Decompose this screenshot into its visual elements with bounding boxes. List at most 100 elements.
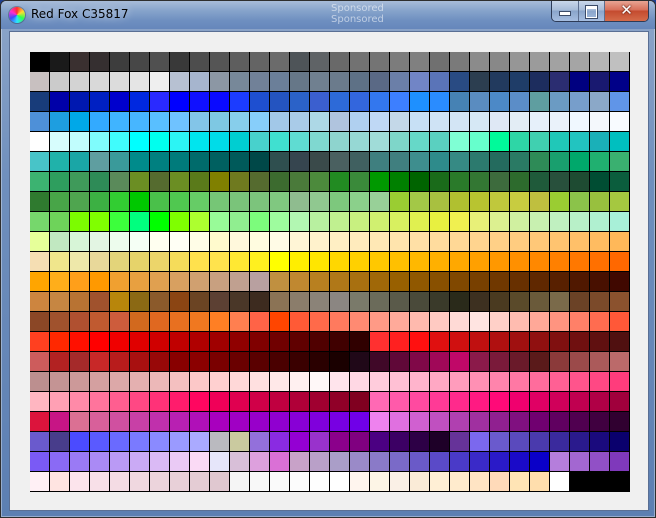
color-swatch[interactable] [70, 212, 90, 232]
color-swatch[interactable] [430, 472, 450, 492]
color-swatch[interactable] [130, 152, 150, 172]
color-swatch[interactable] [410, 232, 430, 252]
color-swatch[interactable] [450, 112, 470, 132]
color-swatch[interactable] [150, 172, 170, 192]
color-swatch[interactable] [410, 352, 430, 372]
color-swatch[interactable] [610, 232, 630, 252]
color-swatch[interactable] [90, 432, 110, 452]
color-swatch[interactable] [210, 152, 230, 172]
color-swatch[interactable] [50, 92, 70, 112]
color-swatch[interactable] [590, 292, 610, 312]
color-swatch[interactable] [570, 392, 590, 412]
color-swatch[interactable] [150, 432, 170, 452]
color-swatch[interactable] [230, 152, 250, 172]
color-swatch[interactable] [250, 332, 270, 352]
color-swatch[interactable] [130, 392, 150, 412]
color-swatch[interactable] [430, 252, 450, 272]
color-swatch[interactable] [130, 372, 150, 392]
color-swatch[interactable] [450, 232, 470, 252]
color-swatch[interactable] [330, 172, 350, 192]
color-swatch[interactable] [510, 432, 530, 452]
color-swatch[interactable] [130, 412, 150, 432]
color-swatch[interactable] [510, 312, 530, 332]
color-swatch[interactable] [350, 332, 370, 352]
color-swatch[interactable] [430, 52, 450, 72]
color-swatch[interactable] [90, 92, 110, 112]
color-swatch[interactable] [150, 412, 170, 432]
color-swatch[interactable] [350, 212, 370, 232]
color-swatch[interactable] [590, 312, 610, 332]
color-swatch[interactable] [570, 472, 590, 492]
color-swatch[interactable] [370, 392, 390, 412]
color-swatch[interactable] [170, 92, 190, 112]
color-swatch[interactable] [130, 192, 150, 212]
color-swatch[interactable] [330, 392, 350, 412]
color-swatch[interactable] [310, 152, 330, 172]
color-swatch[interactable] [150, 132, 170, 152]
color-swatch[interactable] [310, 132, 330, 152]
color-swatch[interactable] [490, 252, 510, 272]
color-swatch[interactable] [170, 452, 190, 472]
color-swatch[interactable] [530, 172, 550, 192]
color-swatch[interactable] [410, 152, 430, 172]
color-swatch[interactable] [510, 372, 530, 392]
color-swatch[interactable] [350, 192, 370, 212]
color-swatch[interactable] [50, 172, 70, 192]
color-swatch[interactable] [70, 152, 90, 172]
color-swatch[interactable] [310, 52, 330, 72]
color-swatch[interactable] [570, 52, 590, 72]
color-swatch[interactable] [30, 392, 50, 412]
color-swatch[interactable] [70, 292, 90, 312]
color-swatch[interactable] [390, 472, 410, 492]
color-swatch[interactable] [550, 192, 570, 212]
color-swatch[interactable] [170, 372, 190, 392]
color-swatch[interactable] [90, 352, 110, 372]
color-swatch[interactable] [390, 332, 410, 352]
color-swatch[interactable] [310, 372, 330, 392]
color-swatch[interactable] [30, 192, 50, 212]
color-swatch[interactable] [190, 72, 210, 92]
color-swatch[interactable] [470, 252, 490, 272]
color-swatch[interactable] [210, 92, 230, 112]
color-swatch[interactable] [130, 252, 150, 272]
color-swatch[interactable] [150, 252, 170, 272]
color-swatch[interactable] [130, 212, 150, 232]
color-swatch[interactable] [390, 232, 410, 252]
color-swatch[interactable] [470, 212, 490, 232]
color-swatch[interactable] [210, 372, 230, 392]
color-swatch[interactable] [190, 412, 210, 432]
color-swatch[interactable] [50, 132, 70, 152]
color-swatch[interactable] [210, 192, 230, 212]
color-swatch[interactable] [290, 212, 310, 232]
color-swatch[interactable] [570, 312, 590, 332]
color-swatch[interactable] [350, 312, 370, 332]
color-swatch[interactable] [590, 372, 610, 392]
color-swatch[interactable] [150, 192, 170, 212]
color-swatch[interactable] [270, 292, 290, 312]
color-swatch[interactable] [530, 412, 550, 432]
color-swatch[interactable] [290, 352, 310, 372]
color-swatch[interactable] [450, 452, 470, 472]
color-swatch[interactable] [410, 432, 430, 452]
color-swatch[interactable] [130, 52, 150, 72]
color-swatch[interactable] [530, 52, 550, 72]
color-swatch[interactable] [290, 292, 310, 312]
color-swatch[interactable] [390, 72, 410, 92]
color-swatch[interactable] [130, 132, 150, 152]
color-swatch[interactable] [450, 372, 470, 392]
color-swatch[interactable] [290, 312, 310, 332]
color-swatch[interactable] [590, 52, 610, 72]
color-swatch[interactable] [230, 192, 250, 212]
color-swatch[interactable] [610, 472, 630, 492]
color-swatch[interactable] [290, 192, 310, 212]
color-swatch[interactable] [610, 392, 630, 412]
color-swatch[interactable] [110, 272, 130, 292]
color-swatch[interactable] [90, 112, 110, 132]
color-swatch[interactable] [170, 172, 190, 192]
color-swatch[interactable] [150, 312, 170, 332]
color-swatch[interactable] [170, 212, 190, 232]
color-swatch[interactable] [530, 432, 550, 452]
color-swatch[interactable] [470, 392, 490, 412]
color-swatch[interactable] [30, 472, 50, 492]
color-swatch[interactable] [350, 272, 370, 292]
